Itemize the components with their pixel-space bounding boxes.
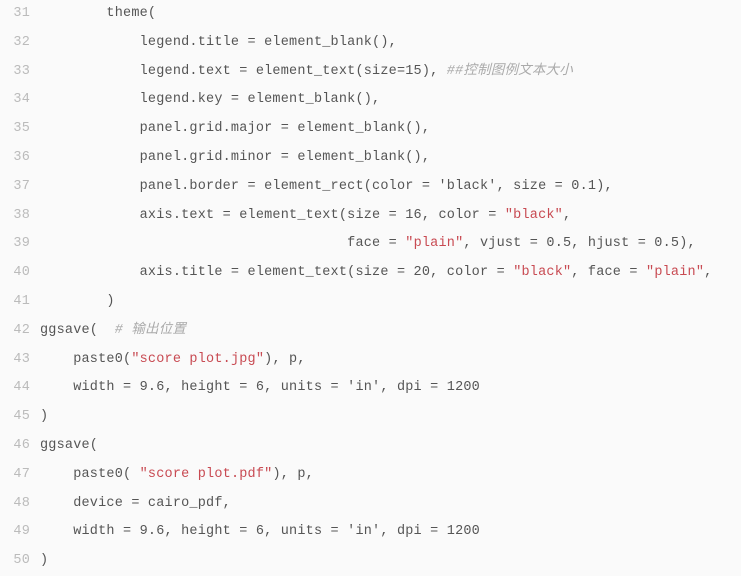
code-line[interactable]: 45)	[0, 403, 741, 432]
code-line[interactable]: 49 width = 9.6, height = 6, units = 'in'…	[0, 518, 741, 547]
line-number: 49	[0, 518, 40, 547]
line-content[interactable]: legend.key = element_blank(),	[40, 86, 741, 115]
line-number: 31	[0, 0, 40, 29]
code-line[interactable]: 48 device = cairo_pdf,	[0, 490, 741, 519]
line-content[interactable]: )	[40, 288, 741, 317]
code-line[interactable]: 37 panel.border = element_rect(color = '…	[0, 173, 741, 202]
line-content[interactable]: ggsave( # 输出位置	[40, 317, 741, 346]
token-id: face =	[40, 236, 405, 251]
token-id: panel.grid.major = element_blank(),	[40, 121, 430, 136]
line-number: 34	[0, 86, 40, 115]
line-content[interactable]: legend.text = element_text(size=15), ##控…	[40, 58, 741, 87]
code-line[interactable]: 50)	[0, 547, 741, 576]
line-number: 40	[0, 259, 40, 288]
token-id: ggsave(	[40, 438, 98, 453]
token-str: "plain"	[405, 236, 463, 251]
line-content[interactable]: width = 9.6, height = 6, units = 'in', d…	[40, 518, 741, 547]
line-number: 48	[0, 490, 40, 519]
line-content[interactable]: legend.title = element_blank(),	[40, 29, 741, 58]
token-cmt: ##控制图例文本大小	[447, 64, 573, 79]
token-str: "plain"	[646, 265, 704, 280]
line-content[interactable]: ggsave(	[40, 432, 741, 461]
line-content[interactable]: panel.grid.minor = element_blank(),	[40, 144, 741, 173]
token-id: axis.title = element_text(size = 20, col…	[40, 265, 513, 280]
token-id: axis.text = element_text(size = 16, colo…	[40, 208, 505, 223]
code-block: 31 theme(32 legend.title = element_blank…	[0, 0, 741, 576]
token-id: width = 9.6, height = 6, units = 'in', d…	[40, 380, 480, 395]
line-number: 35	[0, 115, 40, 144]
line-content[interactable]: face = "plain", vjust = 0.5, hjust = 0.5…	[40, 230, 741, 259]
line-number: 44	[0, 374, 40, 403]
token-id: )	[40, 409, 48, 424]
token-id: legend.key = element_blank(),	[40, 92, 380, 107]
token-id: panel.grid.minor = element_blank(),	[40, 150, 430, 165]
token-str: "black"	[505, 208, 563, 223]
line-number: 36	[0, 144, 40, 173]
code-line[interactable]: 39 face = "plain", vjust = 0.5, hjust = …	[0, 230, 741, 259]
line-content[interactable]: paste0( "score plot.pdf"), p,	[40, 461, 741, 490]
line-number: 47	[0, 461, 40, 490]
token-id: legend.text = element_text(size=15),	[40, 64, 447, 79]
line-number: 39	[0, 230, 40, 259]
code-line[interactable]: 34 legend.key = element_blank(),	[0, 86, 741, 115]
token-id: )	[40, 553, 48, 568]
code-line[interactable]: 40 axis.title = element_text(size = 20, …	[0, 259, 741, 288]
code-line[interactable]: 47 paste0( "score plot.pdf"), p,	[0, 461, 741, 490]
code-line[interactable]: 31 theme(	[0, 0, 741, 29]
code-line[interactable]: 38 axis.text = element_text(size = 16, c…	[0, 202, 741, 231]
code-line[interactable]: 36 panel.grid.minor = element_blank(),	[0, 144, 741, 173]
token-id: panel.border = element_rect(color = 'bla…	[40, 179, 613, 194]
line-number: 46	[0, 432, 40, 461]
line-content[interactable]: axis.title = element_text(size = 20, col…	[40, 259, 741, 288]
code-line[interactable]: 42ggsave( # 输出位置	[0, 317, 741, 346]
code-line[interactable]: 43 paste0("score plot.jpg"), p,	[0, 346, 741, 375]
token-str: "score plot.jpg"	[131, 352, 264, 367]
token-cmt: # 输出位置	[115, 323, 186, 338]
line-number: 32	[0, 29, 40, 58]
token-id: ), p,	[272, 467, 314, 482]
token-id: paste0(	[40, 352, 131, 367]
code-line[interactable]: 46ggsave(	[0, 432, 741, 461]
token-id: , face =	[571, 265, 646, 280]
token-str: "black"	[513, 265, 571, 280]
line-number: 37	[0, 173, 40, 202]
token-id: )	[40, 294, 115, 309]
line-number: 41	[0, 288, 40, 317]
code-line[interactable]: 32 legend.title = element_blank(),	[0, 29, 741, 58]
code-line[interactable]: 35 panel.grid.major = element_blank(),	[0, 115, 741, 144]
token-id: theme(	[40, 6, 156, 21]
token-id: ), p,	[264, 352, 306, 367]
line-number: 42	[0, 317, 40, 346]
token-id: ,	[704, 265, 712, 280]
token-id: ,	[563, 208, 571, 223]
line-number: 38	[0, 202, 40, 231]
line-number: 50	[0, 547, 40, 576]
token-id: legend.title = element_blank(),	[40, 35, 397, 50]
token-str: "score plot.pdf"	[140, 467, 273, 482]
line-content[interactable]: )	[40, 403, 741, 432]
token-id: paste0(	[40, 467, 140, 482]
line-content[interactable]: )	[40, 547, 741, 576]
line-content[interactable]: width = 9.6, height = 6, units = 'in', d…	[40, 374, 741, 403]
code-line[interactable]: 41 )	[0, 288, 741, 317]
line-content[interactable]: panel.border = element_rect(color = 'bla…	[40, 173, 741, 202]
line-content[interactable]: device = cairo_pdf,	[40, 490, 741, 519]
code-line[interactable]: 33 legend.text = element_text(size=15), …	[0, 58, 741, 87]
token-id: device = cairo_pdf,	[40, 496, 231, 511]
line-content[interactable]: paste0("score plot.jpg"), p,	[40, 346, 741, 375]
line-number: 33	[0, 58, 40, 87]
token-id: ggsave(	[40, 323, 115, 338]
token-id: , vjust = 0.5, hjust = 0.5),	[463, 236, 695, 251]
code-line[interactable]: 44 width = 9.6, height = 6, units = 'in'…	[0, 374, 741, 403]
line-content[interactable]: axis.text = element_text(size = 16, colo…	[40, 202, 741, 231]
line-content[interactable]: theme(	[40, 0, 741, 29]
line-content[interactable]: panel.grid.major = element_blank(),	[40, 115, 741, 144]
line-number: 43	[0, 346, 40, 375]
token-id: width = 9.6, height = 6, units = 'in', d…	[40, 524, 480, 539]
line-number: 45	[0, 403, 40, 432]
